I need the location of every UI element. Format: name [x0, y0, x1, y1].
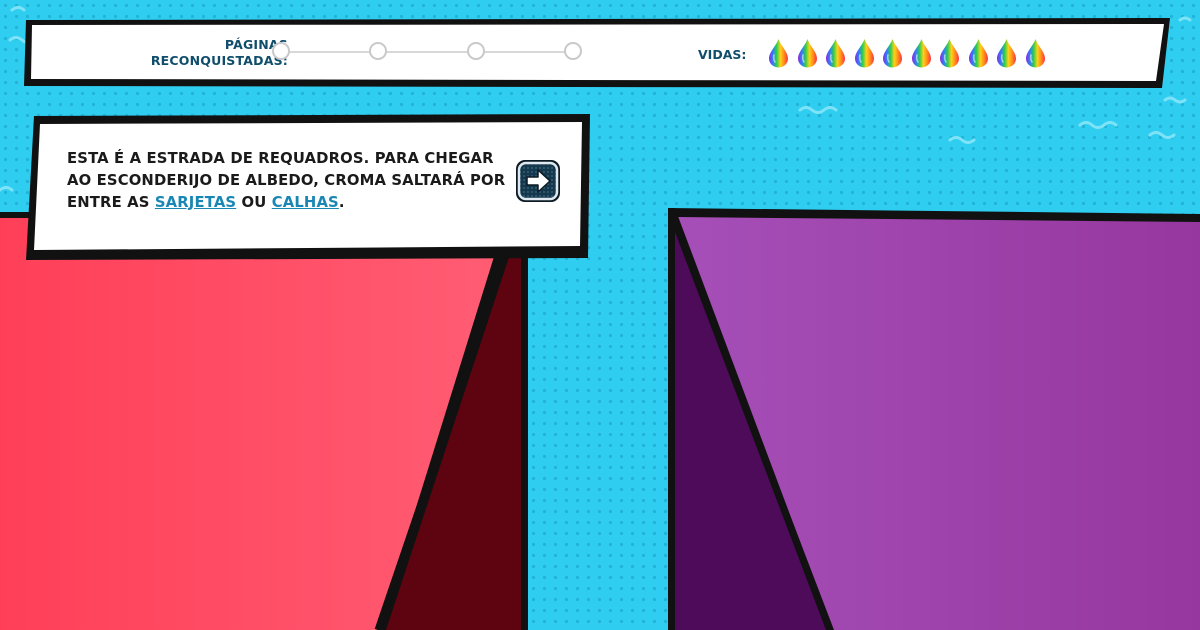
dialog-line-1: ESTA É A ESTRADA DE REQUADROS. PARA CHEG…: [67, 150, 494, 167]
rainbow-drop-icon: [911, 39, 931, 68]
lives-row: [767, 38, 1047, 72]
rainbow-drop-icon: [968, 39, 988, 68]
lives-label: VIDAS:: [698, 47, 747, 62]
page-progress-node: [272, 42, 290, 60]
sarjetas-link[interactable]: SARJETAS: [155, 194, 236, 211]
comic-panel-purple: [668, 208, 1200, 630]
next-button[interactable]: [514, 158, 562, 204]
rainbow-drop-icon: [826, 39, 845, 68]
rainbow-drop-icon: [883, 39, 902, 68]
narration-dialog: ESTA É A ESTRADA DE REQUADROS. PARA CHEG…: [24, 112, 594, 262]
rainbow-drop-icon: [997, 39, 1016, 68]
comic-panel-red: [0, 212, 528, 630]
rainbow-drop-icon: [1025, 39, 1045, 68]
arrow-right-icon: [516, 160, 560, 202]
dialog-line-2: AO ESCONDERIJO DE ALBEDO, CROMA SALTARÁ …: [67, 172, 506, 189]
rainbow-drop-icon: [854, 39, 874, 68]
progress-line: [282, 51, 572, 53]
calhas-link[interactable]: CALHAS: [272, 194, 339, 211]
dialog-line-3-prefix: ENTRE AS: [67, 194, 155, 211]
page-progress-node: [369, 42, 388, 60]
pages-label-line1: PÁGINAS: [224, 37, 288, 52]
rainbow-drop-icon: [769, 39, 788, 68]
dialog-text: ESTA É A ESTRADA DE REQUADROS. PARA CHEG…: [67, 148, 507, 214]
dialog-line-3-between: OU: [236, 194, 272, 211]
rainbow-drop-icon: [797, 39, 817, 68]
page-progress-node: [466, 42, 485, 60]
rainbow-drop-icon: [940, 39, 959, 68]
page-progress-node: [564, 42, 582, 60]
pages-label-line2: RECONQUISTADAS:: [150, 53, 288, 68]
dialog-line-3: ENTRE AS SARJETAS OU CALHAS.: [67, 192, 507, 214]
pages-progress-track: [272, 40, 582, 64]
status-bar: PÁGINAS RECONQUISTADAS: VIDAS:: [22, 16, 1172, 90]
dialog-line-3-suffix: .: [338, 194, 345, 211]
pages-reclaimed-label: PÁGINAS RECONQUISTADAS:: [110, 37, 288, 69]
